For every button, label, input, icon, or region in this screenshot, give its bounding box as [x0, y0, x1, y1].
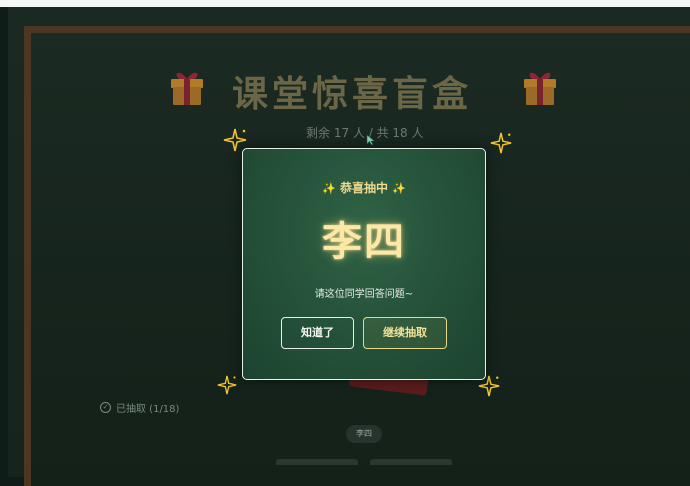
bottom-button-partial[interactable]: [370, 459, 452, 465]
dialog-heading-label: 恭喜抽中: [339, 181, 388, 195]
sparkle-icon: [490, 132, 512, 154]
result-dialog: ✨ 恭喜抽中 ✨ 李四 请这位同学回答问题~ 知道了 继续抽取: [242, 148, 486, 380]
drawn-status-label: 已抽取 (1/18): [116, 404, 180, 415]
page-title: 课堂惊喜盲盒: [232, 74, 473, 115]
selected-student-name: 李四: [322, 219, 406, 265]
cursor-icon: [366, 134, 376, 146]
gift-icon: [518, 64, 562, 108]
dialog-subtitle: 请这位同学回答问题~: [314, 289, 414, 300]
header: 课堂惊喜盲盒: [160, 62, 570, 115]
sparkles-icon: ✨: [392, 182, 406, 195]
ok-button[interactable]: 知道了: [281, 317, 354, 349]
remaining-count: 剩余 17 人 / 共 18 人: [306, 126, 424, 140]
sparkle-icon: [217, 375, 237, 395]
drawn-status: ✓ 已抽取 (1/18): [100, 400, 179, 415]
bottom-button-partial[interactable]: [276, 459, 358, 465]
dialog-heading: ✨ 恭喜抽中 ✨: [243, 179, 485, 196]
sparkles-icon: ✨: [322, 182, 336, 195]
check-circle-icon: ✓: [100, 402, 111, 413]
gift-icon: [165, 64, 209, 108]
continue-draw-button[interactable]: 继续抽取: [363, 317, 447, 349]
window-top-strip: [0, 0, 690, 7]
drawn-name-chip[interactable]: 李四: [346, 425, 382, 443]
